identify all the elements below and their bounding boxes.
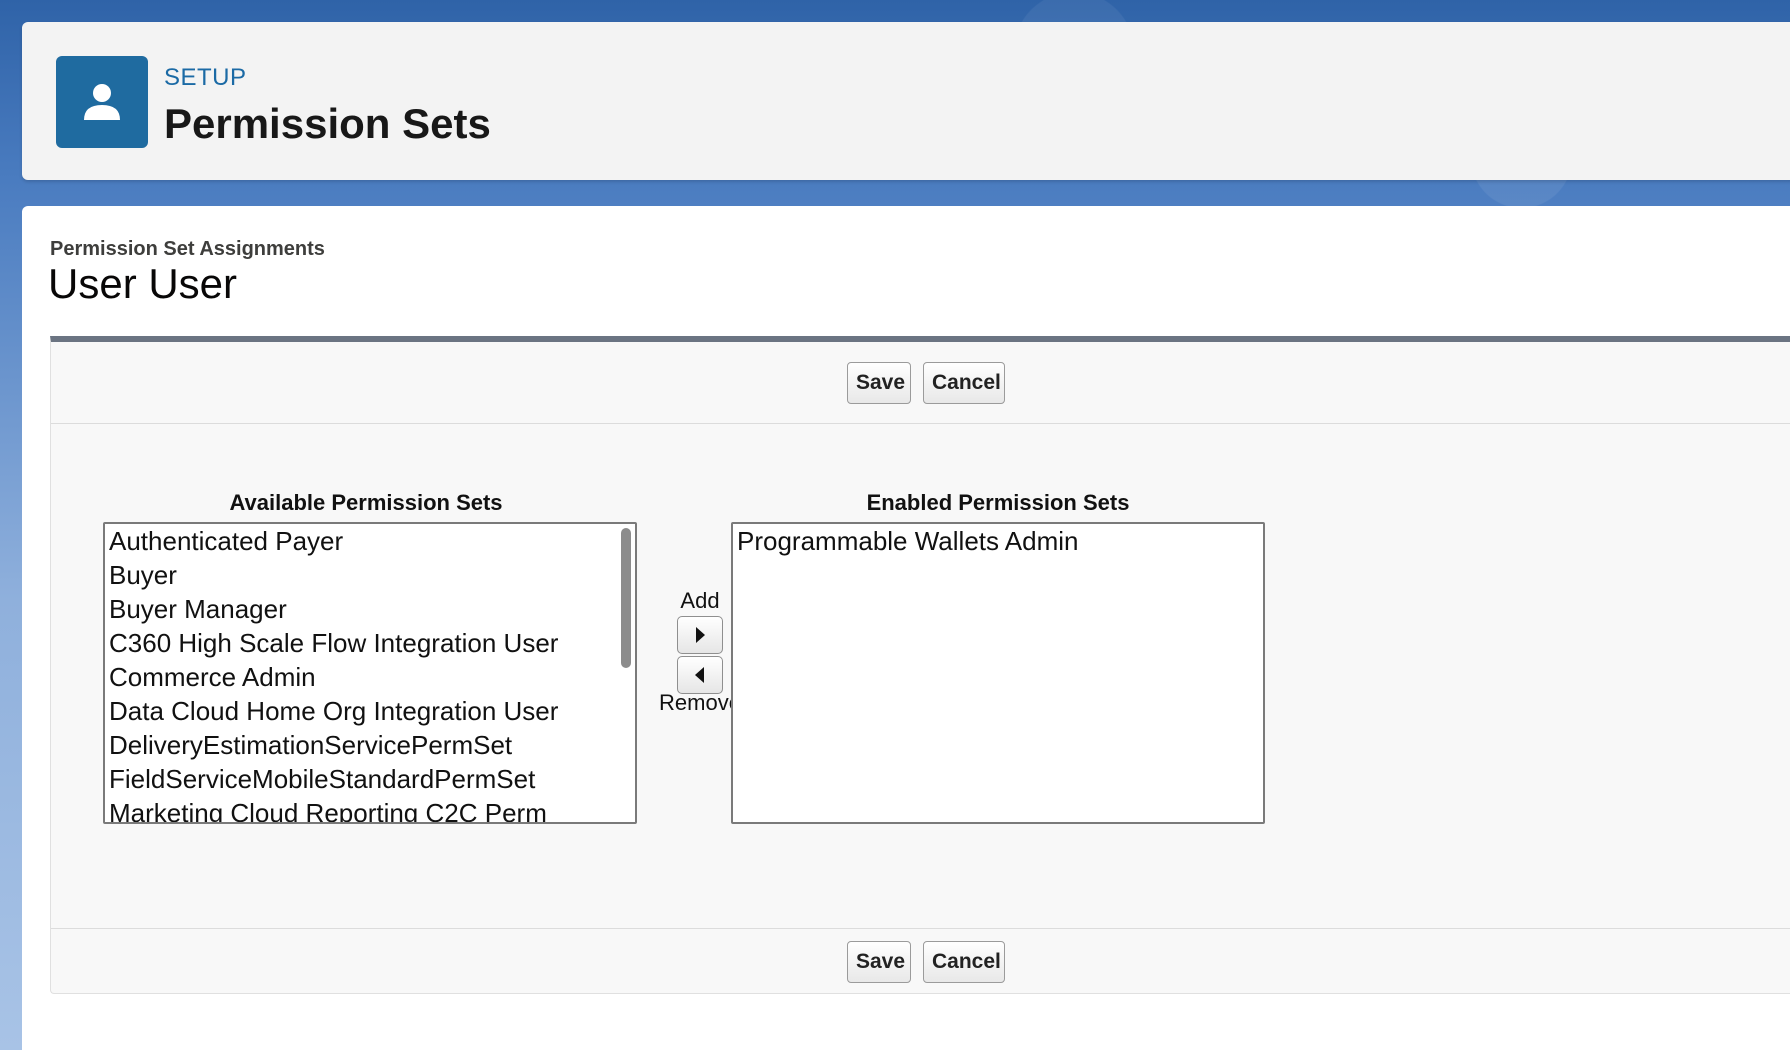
available-list-label: Available Permission Sets — [229, 490, 503, 515]
cancel-button[interactable]: Cancel — [923, 362, 1005, 404]
list-option[interactable]: DeliveryEstimationServicePermSet — [105, 728, 635, 762]
scrollbar[interactable] — [621, 528, 631, 668]
cancel-button[interactable]: Cancel — [923, 941, 1005, 983]
list-option[interactable]: Marketing Cloud Reporting C2C Perm — [105, 796, 635, 822]
enabled-list-label: Enabled Permission Sets — [866, 490, 1130, 515]
list-option[interactable]: Buyer — [105, 558, 635, 592]
header-eyebrow: SETUP — [164, 64, 247, 91]
enabled-permission-sets-list[interactable]: Programmable Wallets Admin — [731, 522, 1265, 824]
available-permission-sets-list[interactable]: Authenticated Payer Buyer Buyer Manager C36… — [103, 522, 637, 824]
page-title: User User — [48, 260, 238, 307]
list-option[interactable]: Commerce Admin — [105, 660, 635, 694]
remove-button[interactable] — [677, 656, 723, 694]
enabled-options: Programmable Wallets Admin — [733, 524, 1263, 558]
list-option[interactable]: C360 High Scale Flow Integration User — [105, 626, 635, 660]
save-button[interactable]: Save — [847, 362, 911, 404]
main-content: Permission Set Assignments User User Sav… — [22, 206, 1790, 1050]
arrow-right-icon — [696, 627, 705, 643]
list-option[interactable]: Authenticated Payer — [105, 524, 635, 558]
list-option[interactable]: Buyer Manager — [105, 592, 635, 626]
page-eyebrow: Permission Set Assignments — [50, 238, 325, 260]
user-icon — [56, 56, 148, 148]
setup-header: SETUP Permission Sets — [22, 22, 1790, 180]
list-option[interactable]: Data Cloud Home Org Integration User — [105, 694, 635, 728]
top-button-bar: Save Cancel — [51, 362, 1790, 424]
header-title: Permission Sets — [164, 100, 491, 147]
list-option[interactable]: FieldServiceMobileStandardPermSet — [105, 762, 635, 796]
save-button[interactable]: Save — [847, 941, 911, 983]
assignment-panel: Save Cancel Available Permission Sets Au… — [50, 336, 1790, 994]
arrow-left-icon — [695, 667, 704, 683]
add-button[interactable] — [677, 616, 723, 654]
available-options: Authenticated Payer Buyer Buyer Manager C36… — [105, 524, 635, 822]
list-option[interactable]: Programmable Wallets Admin — [733, 524, 1263, 558]
bottom-button-bar: Save Cancel — [51, 928, 1790, 994]
